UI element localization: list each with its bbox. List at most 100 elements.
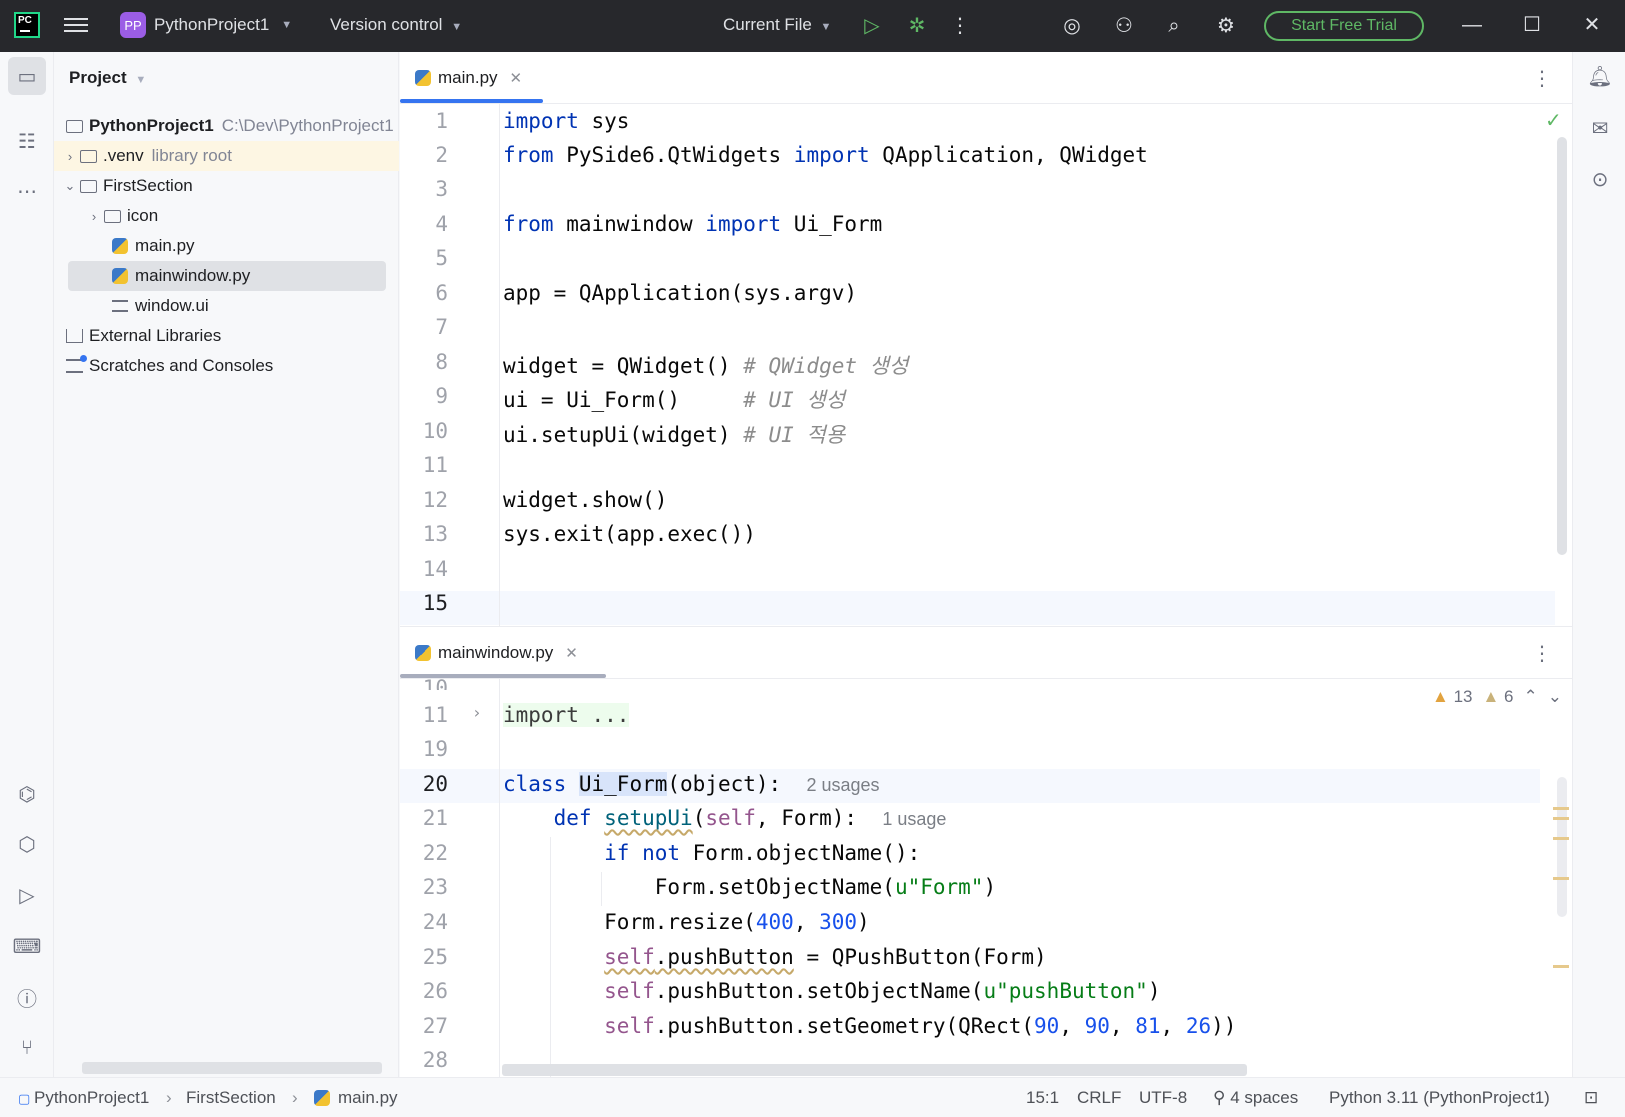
breadcrumb-separator-icon: › <box>292 1088 298 1107</box>
editor-tab-bar: main.py ✕ ⋮ <box>400 52 1572 104</box>
usages-hint[interactable]: 2 usages <box>806 775 879 795</box>
line-number: 23 <box>422 875 448 899</box>
line-number: 28 <box>422 1048 448 1072</box>
chevron-right-icon[interactable]: › <box>84 209 104 224</box>
indent-settings[interactable]: ⚲ 4 spaces <box>1213 1088 1298 1108</box>
code-line: if not Form.objectName(): <box>604 841 921 865</box>
warning-stripe[interactable] <box>1553 807 1569 810</box>
warnings-indicator[interactable]: ▲ 13 <box>1432 687 1472 707</box>
left-tool-strip: ▭ ☷ ⋯ ⌬ ⬡ ▷ ⌨ ⓘ ⑂ <box>0 52 54 1077</box>
tab-label: mainwindow.py <box>438 643 554 662</box>
search-icon[interactable]: ⌕ <box>1160 12 1188 40</box>
line-number: 14 <box>422 557 448 581</box>
code-line: class Ui_Form(object): 2 usages <box>503 772 880 796</box>
warning-stripe[interactable] <box>1553 837 1569 840</box>
warning-icon: ▲ <box>1432 687 1449 706</box>
tree-item-firstsection[interactable]: ⌄ FirstSection <box>54 171 399 201</box>
services-icon[interactable]: ⬡ <box>8 825 46 863</box>
line-number: 5 <box>435 246 448 270</box>
warning-stripe[interactable] <box>1553 877 1569 880</box>
tree-item-label: External Libraries <box>89 326 222 345</box>
chevron-up-icon[interactable]: ⌃ <box>1524 687 1538 707</box>
debug-icon[interactable]: ✲ <box>903 12 931 40</box>
warning-stripe[interactable] <box>1553 965 1569 968</box>
horizontal-scrollbar[interactable] <box>82 1062 382 1074</box>
ui-file-icon <box>112 300 128 312</box>
pycharm-logo-icon[interactable]: PC <box>14 12 40 38</box>
version-control-menu[interactable]: Version control ▼ <box>330 15 462 35</box>
structure-tool-icon[interactable]: ☷ <box>8 122 46 160</box>
more-options-icon[interactable]: ⋮ <box>1532 66 1552 91</box>
notifications-bell-icon[interactable]: 🔔︎ <box>1585 62 1615 92</box>
project-switcher[interactable]: PP PythonProject1 ▼ <box>120 12 292 38</box>
fold-chevron-icon[interactable]: › <box>472 703 482 722</box>
file-encoding[interactable]: UTF-8 <box>1139 1088 1187 1108</box>
problems-icon[interactable]: ⓘ <box>8 978 46 1016</box>
run-config-selector[interactable]: Current File ▼ <box>723 15 831 35</box>
vertical-scrollbar[interactable] <box>1557 777 1567 917</box>
git-branch-icon[interactable]: ⑂ <box>8 1029 46 1067</box>
terminal-icon[interactable]: ⌨ <box>8 927 46 965</box>
chevron-right-icon[interactable]: › <box>60 149 80 164</box>
run-tool-icon[interactable]: ▷ <box>8 876 46 914</box>
tree-item-scratches[interactable]: Scratches and Consoles <box>54 351 399 381</box>
line-number: 1 <box>435 109 448 133</box>
add-user-icon[interactable]: ⚇ <box>1110 12 1138 40</box>
project-panel-header[interactable]: Project ▼ <box>69 68 146 88</box>
project-tool-icon[interactable]: ▭ <box>8 57 46 95</box>
code-line: def setupUi(self, Form): 1 usage <box>553 806 947 830</box>
tree-item-icon[interactable]: › icon <box>54 201 399 231</box>
tree-item-mainwindow-py[interactable]: mainwindow.py <box>68 261 386 291</box>
python-file-icon <box>314 1090 337 1111</box>
tree-item-label: PythonProject1 <box>89 116 214 135</box>
chevron-down-icon[interactable]: ⌄ <box>1548 687 1562 707</box>
breadcrumb-file[interactable]: main.py <box>338 1088 398 1108</box>
horizontal-scrollbar[interactable] <box>502 1064 1247 1076</box>
lock-icon[interactable]: ⊡ <box>1584 1088 1598 1108</box>
start-free-trial-button[interactable]: Start Free Trial <box>1264 11 1424 41</box>
weak-warnings-indicator[interactable]: ▲ 6 <box>1482 687 1513 707</box>
tree-item-window-ui[interactable]: window.ui <box>54 291 399 321</box>
breadcrumb-folder[interactable]: FirstSection <box>186 1088 276 1108</box>
ai-assistant-icon[interactable]: ◎ <box>1058 12 1086 40</box>
minimize-icon[interactable]: — <box>1456 10 1488 40</box>
no-problems-check-icon[interactable]: ✓ <box>1545 108 1562 133</box>
ai-chat-icon[interactable]: ✉ <box>1585 114 1615 144</box>
tab-mainwindow-py[interactable]: mainwindow.py ✕ <box>415 643 578 663</box>
run-icon[interactable]: ▷ <box>858 12 886 40</box>
usages-hint[interactable]: 1 usage <box>882 809 946 829</box>
gear-icon[interactable]: ⚙ <box>1212 12 1240 40</box>
python-interpreter[interactable]: Python 3.11 (PythonProject1) <box>1329 1088 1550 1108</box>
maximize-icon[interactable]: ☐ <box>1516 10 1548 40</box>
vertical-scrollbar[interactable] <box>1557 137 1567 555</box>
inspection-widget[interactable]: ▲ 13 ▲ 6 ⌃ ⌄ <box>1432 687 1562 707</box>
folded-imports[interactable]: import ... <box>503 703 630 727</box>
title-bar: PC PP PythonProject1 ▼ Version control ▼… <box>0 0 1625 52</box>
code-line: self.pushButton = QPushButton(Form) <box>604 945 1047 969</box>
chevron-down-icon[interactable]: ⌄ <box>60 178 80 194</box>
gutter-divider <box>499 679 500 1078</box>
tab-main-py[interactable]: main.py ✕ <box>415 68 522 88</box>
more-options-icon[interactable]: ⋮ <box>1532 641 1552 666</box>
close-tab-icon[interactable]: ✕ <box>510 69 523 87</box>
caret-position[interactable]: 15:1 <box>1026 1088 1059 1108</box>
code-line: app = QApplication(sys.argv) <box>503 281 858 305</box>
tree-item-external-libraries[interactable]: External Libraries <box>54 321 399 351</box>
breadcrumb-project[interactable]: PythonProject1 <box>34 1088 149 1108</box>
close-tab-icon[interactable]: ✕ <box>565 644 578 662</box>
tree-item-venv[interactable]: › .venv library root <box>54 141 399 171</box>
main-menu-icon[interactable] <box>64 14 88 36</box>
line-separator[interactable]: CRLF <box>1077 1088 1121 1108</box>
more-actions-icon[interactable]: ⋮ <box>946 12 974 40</box>
warning-stripe[interactable] <box>1553 817 1569 820</box>
python-file-icon <box>112 238 128 254</box>
tree-item-project-root[interactable]: PythonProject1 C:\Dev\PythonProject1 <box>54 111 399 141</box>
tree-item-label: .venv <box>103 146 144 165</box>
close-icon[interactable]: ✕ <box>1576 10 1608 40</box>
line-number: 27 <box>422 1014 448 1038</box>
line-number: 2 <box>435 143 448 167</box>
more-tools-icon[interactable]: ⋯ <box>8 172 46 210</box>
python-packages-icon[interactable]: ⌬ <box>8 775 46 813</box>
tree-item-main-py[interactable]: main.py <box>54 231 399 261</box>
python-console-icon[interactable]: ⊙ <box>1585 165 1615 195</box>
